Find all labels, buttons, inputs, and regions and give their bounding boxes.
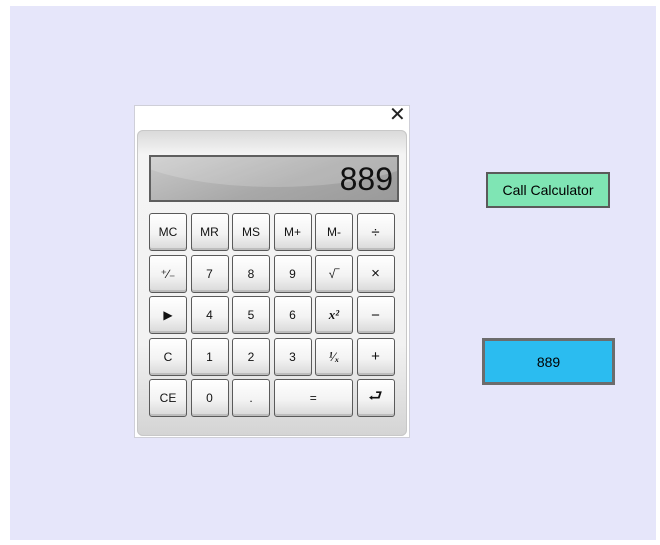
key-equals[interactable]: = [273, 379, 353, 417]
key-clear_entry[interactable]: CE [149, 379, 187, 417]
key-label: 5 [247, 308, 255, 322]
key-7[interactable]: 7 [190, 254, 229, 293]
key-label: ¹∕ₓ [328, 348, 340, 364]
key-decimal[interactable]: . [232, 379, 270, 417]
key-label: √‾ [328, 266, 340, 281]
key-label: ⁺∕₋ [160, 266, 176, 281]
close-icon[interactable]: ✕ [389, 105, 406, 125]
key-label: CE [159, 391, 177, 405]
key-label: ⮐ [368, 387, 383, 405]
key-8[interactable]: 8 [232, 254, 270, 293]
key-label: C [163, 349, 173, 364]
key-label: ▶ [163, 308, 173, 322]
key-3[interactable]: 3 [273, 337, 312, 376]
key-label: M+ [283, 225, 301, 239]
key-9[interactable]: 9 [273, 254, 312, 293]
key-label: 1 [206, 349, 213, 364]
key-label: MR [200, 225, 219, 239]
key-reciprocal[interactable]: ¹∕ₓ [315, 337, 353, 376]
key-mr[interactable]: MR [190, 213, 229, 251]
key-mplus[interactable]: M+ [273, 213, 312, 251]
calculator-body: 889 MC MR MS M+ M- ÷ ⁺∕₋ 7 8 9 √‾ × ▶ 4 5 6 x² − C 1 2 3 ¹∕ₓ + C… [137, 130, 407, 436]
key-label: × [371, 265, 380, 282]
key-add[interactable]: + [356, 337, 395, 376]
key-label: MS [242, 225, 260, 239]
key-label: 7 [206, 266, 213, 281]
key-label: M- [327, 225, 341, 239]
key-label: 9 [289, 266, 296, 281]
key-mc[interactable]: MC [149, 213, 187, 251]
key-label: 3 [289, 349, 296, 364]
result-box: 889 [482, 338, 615, 385]
key-label: 8 [247, 266, 255, 281]
key-ms[interactable]: MS [232, 213, 270, 251]
key-label: . [249, 391, 253, 405]
key-1[interactable]: 1 [190, 337, 229, 376]
key-label: 4 [206, 308, 213, 322]
display-value: 889 [339, 161, 393, 197]
key-play[interactable]: ▶ [149, 296, 187, 334]
key-label: = [309, 391, 317, 405]
key-clear[interactable]: C [149, 337, 187, 376]
key-square[interactable]: x² [315, 296, 353, 334]
key-label: MC [158, 225, 178, 239]
key-2[interactable]: 2 [232, 337, 270, 376]
key-6[interactable]: 6 [273, 296, 312, 334]
key-0[interactable]: 0 [190, 379, 229, 417]
key-label: 6 [289, 308, 296, 322]
key-label: ÷ [371, 223, 380, 241]
key-5[interactable]: 5 [232, 296, 270, 334]
key-label: − [371, 306, 380, 324]
key-4[interactable]: 4 [190, 296, 229, 334]
calculator-display: 889 [149, 155, 399, 202]
key-mminus[interactable]: M- [315, 213, 353, 251]
calculator-window: ✕ 889 MC MR MS M+ M- ÷ ⁺∕₋ 7 8 9 √‾ × ▶ 4 5 6 x² − C 1 2 3 ¹∕ₓ… [134, 105, 410, 438]
key-label: x² [328, 307, 340, 322]
call-calculator-button[interactable]: Call Calculator [486, 172, 610, 208]
key-negate[interactable]: ⁺∕₋ [149, 254, 187, 293]
key-label: + [371, 348, 380, 365]
key-sqrt[interactable]: √‾ [315, 254, 353, 293]
key-label: 2 [247, 349, 255, 364]
key-multiply[interactable]: × [356, 254, 395, 293]
key-subtract[interactable]: − [356, 296, 395, 334]
key-divide[interactable]: ÷ [356, 213, 395, 251]
stage-background: ✕ 889 MC MR MS M+ M- ÷ ⁺∕₋ 7 8 9 √‾ × ▶ 4 5 6 x² − C 1 2 3 ¹∕ₓ… [10, 6, 656, 540]
key-enter[interactable]: ⮐ [356, 379, 395, 417]
key-label: 0 [206, 391, 213, 405]
